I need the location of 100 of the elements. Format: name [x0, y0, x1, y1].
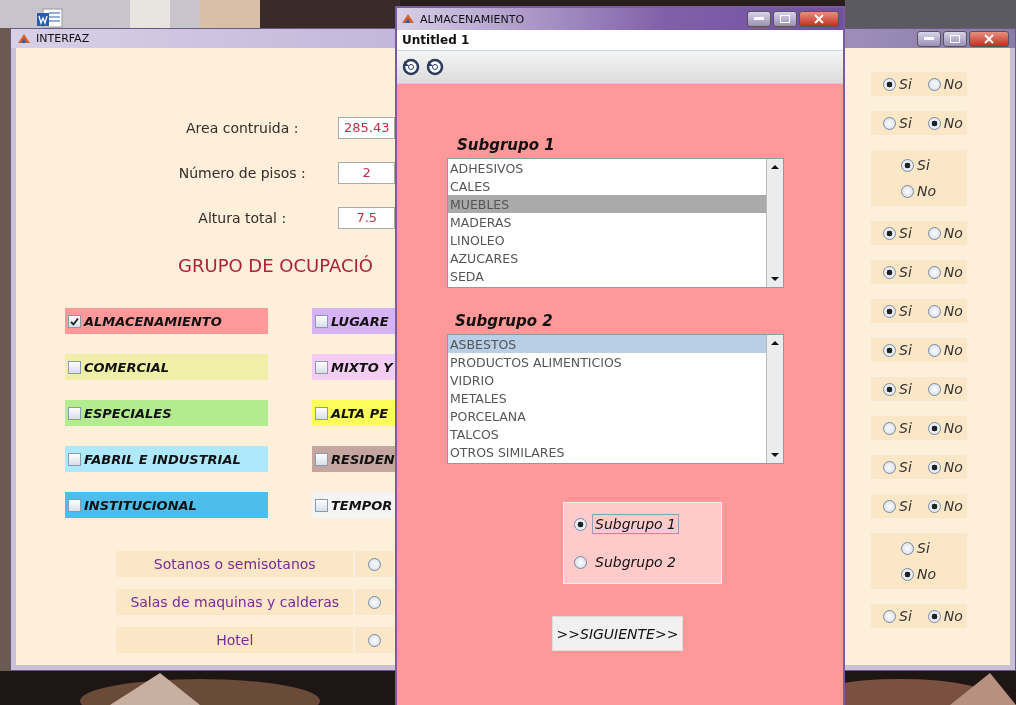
radio-button[interactable]: [368, 595, 382, 609]
radio-button[interactable]: [927, 226, 941, 240]
radio-button[interactable]: [927, 265, 941, 279]
checkbox[interactable]: [68, 360, 81, 374]
list-item[interactable]: PORCELANA: [448, 407, 766, 425]
checkbox[interactable]: [68, 452, 81, 466]
radio-button[interactable]: [883, 226, 897, 240]
list-item[interactable]: AZUCARES: [448, 249, 766, 267]
option-label: No: [943, 420, 963, 436]
list-box[interactable]: ASBESTOS PRODUCTOS ALIMENTICIOS VIDRIO METALES PORCELANA TALCOS OTROS SIMILARES: [447, 334, 784, 464]
radio-button[interactable]: [883, 116, 897, 130]
scrollbar[interactable]: [766, 159, 783, 287]
list-item[interactable]: ASBESTOS: [448, 335, 766, 353]
checkbox[interactable]: [315, 314, 328, 328]
close-icon: [814, 14, 824, 24]
option-label: Si: [899, 76, 912, 92]
list-item[interactable]: ADHESIVOS: [448, 159, 766, 177]
radio-button[interactable]: [883, 460, 897, 474]
checkbox[interactable]: [315, 406, 328, 420]
close-button[interactable]: [799, 11, 839, 27]
radio-button[interactable]: [927, 609, 941, 623]
input-field[interactable]: 285.43: [338, 116, 395, 139]
section-heading: GRUPO DE OCUPACIÓ: [178, 255, 374, 276]
logo-icon: [401, 12, 415, 26]
radio-button[interactable]: [927, 304, 941, 318]
radio-button[interactable]: [901, 158, 914, 172]
checkbox[interactable]: [68, 314, 81, 328]
minimize-button[interactable]: [747, 11, 771, 27]
occupancy-checkbox[interactable]: ALTA PE: [312, 400, 395, 426]
occupancy-checkbox[interactable]: RESIDEN: [312, 446, 395, 472]
option-label: Si: [899, 225, 912, 241]
list-item[interactable]: OTROS SIMILARES: [448, 443, 766, 461]
radio-button[interactable]: [927, 499, 941, 513]
radio-button[interactable]: [574, 517, 587, 531]
checkbox[interactable]: [315, 360, 328, 374]
occupancy-checkbox[interactable]: MIXTO Y: [312, 354, 395, 380]
input-field[interactable]: 2: [338, 161, 395, 184]
radio-button[interactable]: [883, 304, 897, 318]
option-label: No: [943, 342, 963, 358]
radio-button[interactable]: [927, 421, 941, 435]
radio-button[interactable]: [883, 265, 897, 279]
checkbox[interactable]: [68, 406, 81, 420]
radio-button[interactable]: [927, 382, 941, 396]
option-label: No: [943, 76, 963, 92]
radio-button[interactable]: [927, 343, 941, 357]
radio-button[interactable]: [883, 609, 897, 623]
occupancy-checkbox[interactable]: COMERCIAL: [65, 354, 268, 380]
option-label: No: [943, 608, 963, 624]
radio-button[interactable]: [574, 555, 587, 569]
occupancy-checkbox[interactable]: TEMPOR: [312, 492, 395, 518]
maximize-button[interactable]: [943, 30, 967, 47]
minimize-button[interactable]: [917, 30, 941, 47]
option-label: Subgrupo 2: [594, 553, 677, 572]
radio-button[interactable]: [927, 77, 941, 91]
rotate-icon[interactable]: [425, 57, 445, 77]
list-item[interactable]: SEDA: [448, 267, 766, 285]
option-label: No: [943, 303, 963, 319]
next-button[interactable]: >>SIGUIENTE>>: [552, 616, 683, 651]
radio-button[interactable]: [883, 499, 897, 513]
option-label: Si: [899, 608, 912, 624]
radio-button[interactable]: [927, 460, 941, 474]
radio-button[interactable]: [883, 343, 897, 357]
option-label: No: [943, 498, 963, 514]
occupancy-checkbox[interactable]: ALMACENAMIENTO: [65, 308, 268, 334]
input-field[interactable]: 7.5: [338, 206, 395, 229]
list-box[interactable]: ADHESIVOS CALES MUEBLES MADERAS LINOLEO AZUCARES SEDA: [447, 158, 784, 288]
close-icon: [984, 33, 994, 44]
checkbox[interactable]: [315, 498, 328, 512]
radio-button[interactable]: [901, 567, 914, 581]
radio-button[interactable]: [901, 541, 914, 555]
option-label: Si: [899, 342, 912, 358]
list-item[interactable]: VIDRIO: [448, 371, 766, 389]
list-item[interactable]: PRODUCTOS ALIMENTICIOS: [448, 353, 766, 371]
list-item[interactable]: TALCOS: [448, 425, 766, 443]
list-item[interactable]: METALES: [448, 389, 766, 407]
list-item[interactable]: MADERAS: [448, 213, 766, 231]
minimize-icon: [754, 17, 764, 21]
rotate-icon[interactable]: [401, 57, 421, 77]
radio-button[interactable]: [368, 633, 382, 647]
scrollbar[interactable]: [766, 335, 783, 463]
radio-button[interactable]: [883, 421, 897, 435]
list-item[interactable]: LINOLEO: [448, 231, 766, 249]
radio-button[interactable]: [927, 116, 941, 130]
radio-button[interactable]: [883, 382, 897, 396]
menu-item[interactable]: Untitled 1: [402, 33, 470, 47]
checkbox[interactable]: [315, 452, 328, 466]
checkbox[interactable]: [68, 498, 81, 512]
maximize-button[interactable]: [773, 11, 797, 27]
occupancy-checkbox[interactable]: FABRIL E INDUSTRIAL: [65, 446, 268, 472]
field-label: Area contruida :: [185, 119, 300, 136]
list-item[interactable]: CALES: [448, 177, 766, 195]
option-label: Si: [899, 459, 912, 475]
occupancy-checkbox[interactable]: INSTITUCIONAL: [65, 492, 268, 518]
radio-button[interactable]: [901, 184, 914, 198]
radio-button[interactable]: [368, 557, 382, 571]
radio-button[interactable]: [883, 77, 897, 91]
close-button[interactable]: [969, 30, 1009, 47]
occupancy-checkbox[interactable]: ESPECIALES: [65, 400, 268, 426]
occupancy-checkbox[interactable]: LUGARE: [312, 308, 395, 334]
option-label: Si: [899, 420, 912, 436]
